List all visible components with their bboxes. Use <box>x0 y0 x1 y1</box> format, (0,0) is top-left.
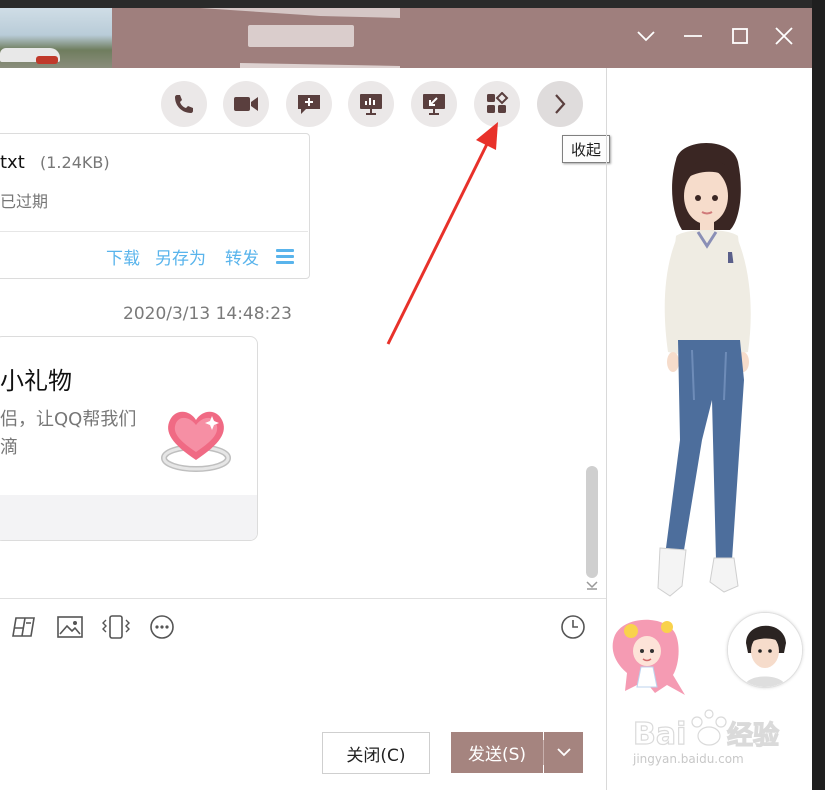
gift-description-line1: 侣，让QQ帮我们 <box>0 409 137 430</box>
input-divider <box>0 598 606 599</box>
file-status: 已过期 <box>0 192 49 211</box>
screenshot-icon <box>12 617 35 637</box>
watermark-url: jingyan.baidu.com <box>633 752 744 766</box>
annotation-arrow <box>386 122 498 345</box>
menu-icon[interactable] <box>276 249 294 267</box>
message-timestamp: 2020/3/13 14:48:23 <box>123 304 292 324</box>
send-button[interactable]: 发送(S) <box>451 732 543 773</box>
collapse-toolbar-button[interactable] <box>537 81 583 127</box>
forward-link[interactable]: 转发 <box>225 244 259 269</box>
group-chat-button[interactable] <box>286 81 332 127</box>
pet-avatar[interactable] <box>605 615 697 701</box>
video-icon <box>234 97 258 111</box>
dropdown-chevron-icon[interactable] <box>632 22 660 50</box>
chevron-right-icon <box>555 94 566 114</box>
chat-plus-icon <box>298 95 320 114</box>
download-link[interactable]: 下载 <box>106 244 140 269</box>
svg-text:Bai: Bai <box>633 717 686 752</box>
image-icon <box>57 616 83 638</box>
send-options-dropdown[interactable] <box>544 732 583 773</box>
car-shape-red <box>36 56 58 64</box>
video-call-button[interactable] <box>223 81 269 127</box>
more-icon <box>150 615 174 639</box>
screenshot-button[interactable] <box>8 612 38 642</box>
scroll-down-icon[interactable] <box>585 580 599 592</box>
window-title-blurred <box>248 25 354 47</box>
maximize-icon[interactable] <box>726 22 754 50</box>
gift-title: 小礼物 <box>0 367 72 395</box>
file-card-divider <box>0 231 308 232</box>
my-avatar[interactable] <box>727 612 803 688</box>
file-size: (1.24KB) <box>40 153 110 172</box>
phone-icon <box>175 95 193 113</box>
gift-description-line2: 滴 <box>0 437 18 458</box>
baidu-watermark-logo: Bai 经验 <box>633 709 780 753</box>
history-clock-icon <box>561 615 585 639</box>
close-icon[interactable] <box>770 22 798 50</box>
voice-call-button[interactable] <box>161 81 207 127</box>
message-scrollbar[interactable] <box>586 466 598 578</box>
message-history-button[interactable] <box>558 612 588 642</box>
minimize-icon[interactable] <box>679 22 707 50</box>
apps-icon <box>487 92 509 113</box>
contact-banner-photo <box>0 8 112 68</box>
file-name: txt <box>0 152 25 173</box>
share-screen-icon <box>360 94 382 115</box>
svg-text:经验: 经验 <box>727 720 779 751</box>
chevron-down-icon <box>556 748 571 757</box>
save-as-link[interactable]: 另存为 <box>155 244 206 269</box>
remote-desktop-icon <box>423 94 445 115</box>
more-options-button[interactable] <box>147 612 177 642</box>
qq-show-avatar[interactable] <box>640 140 770 605</box>
close-button[interactable]: 关闭(C) <box>322 732 430 774</box>
desktop-right-edge <box>812 0 825 790</box>
collapse-tooltip: 收起 <box>562 135 610 163</box>
vibrate-icon <box>102 615 130 639</box>
vibrate-button[interactable] <box>101 612 131 642</box>
gift-card-footer <box>0 495 257 540</box>
heart-ring-gift-icon <box>161 411 231 472</box>
desktop-top-edge <box>0 0 825 8</box>
image-button[interactable] <box>55 612 85 642</box>
avatar-icon <box>728 613 802 687</box>
